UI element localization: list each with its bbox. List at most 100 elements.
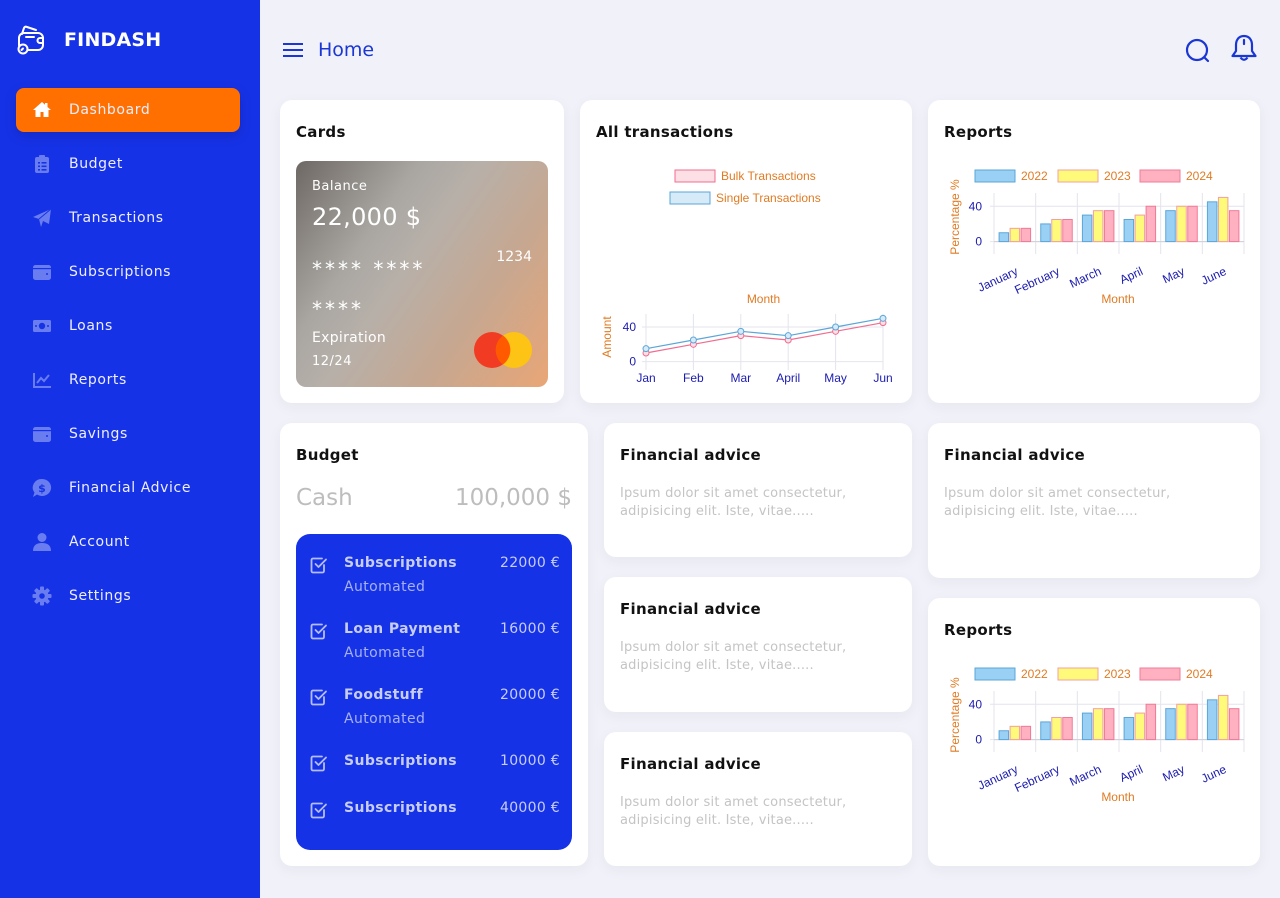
bar: [1228, 708, 1240, 741]
checkbox-checked-icon[interactable]: [310, 754, 328, 772]
sidebar-item-subscriptions[interactable]: Subscriptions: [16, 250, 240, 294]
sidebar-item-budget[interactable]: Budget: [16, 142, 240, 186]
x-tick-label: April: [776, 371, 800, 385]
legend-swatch: [674, 169, 716, 183]
bar: [1009, 227, 1021, 243]
reports-bar-chart: 2022 2023 2024 0 40 JanuaryFebruary March April…: [948, 667, 1245, 804]
brand[interactable]: FINDASH: [16, 24, 161, 56]
budget-item-status: Automated: [344, 579, 426, 595]
checkbox-checked-icon[interactable]: [310, 622, 328, 640]
advice-card[interactable]: Financial advice Ipsum dolor sit amet co…: [604, 577, 912, 712]
bar: [1081, 214, 1093, 243]
balance-label: Balance: [312, 179, 368, 194]
advice-title: Financial advice: [620, 755, 762, 773]
bar: [1187, 703, 1198, 741]
bar: [1123, 717, 1135, 741]
search-icon[interactable]: [1183, 36, 1213, 66]
advice-card[interactable]: Financial advice Ipsum dolor sit amet co…: [604, 423, 912, 557]
bar: [998, 232, 1010, 243]
legend-swatch: [1139, 169, 1181, 183]
sidebar-item-label: Savings: [69, 426, 128, 442]
bar: [1134, 214, 1146, 243]
legend-label: 2024: [1186, 169, 1213, 183]
transactions-panel: All transactions Bulk Transactions Single…: [580, 100, 912, 403]
bar: [1206, 699, 1218, 741]
legend-swatch: [974, 667, 1016, 681]
y-tick-label: 40: [969, 697, 983, 711]
x-tick-label: May: [824, 371, 847, 385]
x-tick-label: March: [1067, 762, 1103, 789]
bar: [1217, 694, 1229, 741]
budget-item-status: Automated: [344, 645, 426, 661]
page-title: Home: [318, 39, 375, 61]
credit-card[interactable]: Balance 22,000 $ **** **** **** 1234 Exp…: [296, 161, 548, 387]
sidebar: FINDASH Dashboard Budget Transactions Su…: [0, 0, 260, 898]
sidebar-item-loans[interactable]: Loans: [16, 304, 240, 348]
bar: [1092, 210, 1104, 243]
advice-title: Financial advice: [620, 600, 762, 618]
checkbox-checked-icon[interactable]: [310, 556, 328, 574]
checkbox-checked-icon[interactable]: [310, 688, 328, 706]
bar: [1051, 219, 1062, 243]
cash-value: 100,000 $: [454, 485, 572, 511]
bar: [1020, 227, 1032, 243]
hamburger-menu-icon[interactable]: [282, 40, 304, 60]
bar: [1145, 205, 1157, 243]
x-tick-label: Jun: [873, 371, 892, 385]
sidebar-item-label: Subscriptions: [69, 264, 172, 280]
wallet-logo-icon: [17, 25, 44, 55]
y-axis-label: Percentage %: [948, 179, 962, 255]
checkbox-checked-icon[interactable]: [310, 801, 328, 819]
budget-item-name: Foodstuff: [344, 687, 424, 703]
cards-title: Cards: [296, 123, 346, 141]
sidebar-item-label: Settings: [69, 588, 132, 604]
legend-label: Bulk Transactions: [721, 169, 816, 183]
sidebar-item-reports[interactable]: Reports: [16, 358, 240, 402]
bar: [1051, 717, 1062, 741]
x-axis-label: Month: [1101, 790, 1134, 804]
advice-card[interactable]: Financial advice Ipsum dolor sit amet co…: [928, 423, 1260, 578]
x-axis-label: Month: [747, 292, 780, 306]
legend-label: 2024: [1186, 667, 1213, 681]
budget-item-amount: 40000 €: [500, 800, 560, 816]
sidebar-item-account[interactable]: Account: [16, 520, 240, 564]
bell-icon[interactable]: [1228, 32, 1260, 64]
bar: [1040, 721, 1051, 741]
sidebar-item-label: Dashboard: [69, 102, 151, 118]
bar: [1165, 210, 1176, 243]
y-tick-label: 40: [969, 199, 983, 213]
sidebar-item-financial-advice[interactable]: $ Financial Advice: [16, 466, 240, 510]
bar: [1176, 205, 1187, 243]
bar: [1009, 725, 1021, 741]
advice-card[interactable]: Financial advice Ipsum dolor sit amet co…: [604, 732, 912, 866]
legend-label: 2023: [1104, 169, 1131, 183]
data-point: [689, 336, 697, 344]
bar: [1165, 708, 1176, 741]
budget-item-name: Loan Payment: [344, 621, 461, 637]
expiration-label: Expiration: [312, 330, 387, 346]
sidebar-item-transactions[interactable]: Transactions: [16, 196, 240, 240]
bar: [1123, 219, 1135, 243]
y-tick-label: 0: [629, 355, 636, 369]
x-tick-label: June: [1199, 264, 1229, 288]
bar: [1187, 205, 1198, 243]
expiration-value: 12/24: [312, 354, 352, 369]
data-point: [832, 323, 840, 331]
wallet-icon: [32, 262, 52, 282]
legend-label: 2022: [1021, 667, 1048, 681]
bar: [1206, 201, 1218, 243]
budget-item-name: Subscriptions: [344, 555, 458, 571]
sidebar-item-settings[interactable]: Settings: [16, 574, 240, 618]
bar: [1176, 703, 1187, 741]
bar: [1092, 708, 1104, 741]
legend-label: 2023: [1104, 667, 1131, 681]
sidebar-item-dashboard[interactable]: Dashboard: [16, 88, 240, 132]
sidebar-item-label: Account: [69, 534, 130, 550]
x-tick-label: Mar: [730, 371, 751, 385]
sidebar-item-savings[interactable]: Savings: [16, 412, 240, 456]
gear-icon: [32, 586, 52, 606]
sidebar-item-label: Reports: [69, 372, 127, 388]
data-point: [737, 327, 745, 335]
x-axis-label: Month: [1101, 292, 1134, 306]
data-point: [784, 332, 792, 340]
